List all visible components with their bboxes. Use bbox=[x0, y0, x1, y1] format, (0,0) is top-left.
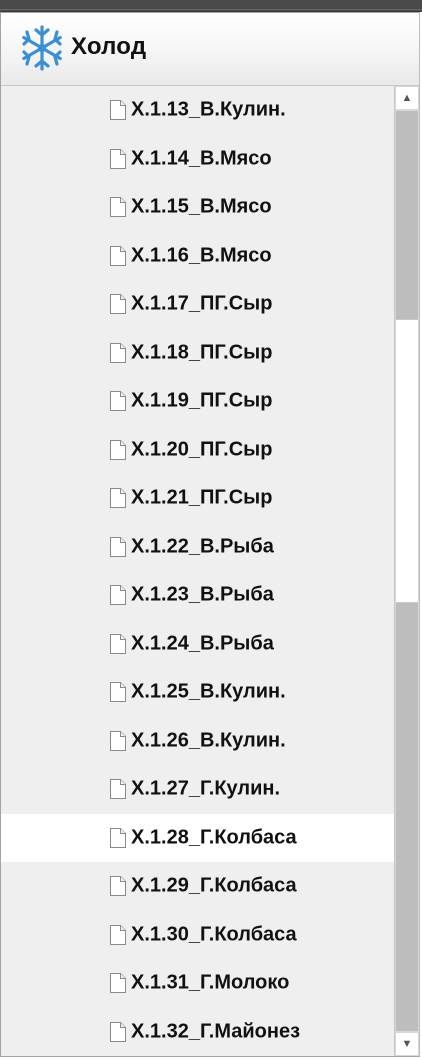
list-item-label: Х.1.29_Г.Колбаса bbox=[131, 874, 297, 897]
arrow-down-icon: ▼ bbox=[401, 1037, 413, 1050]
document-icon bbox=[110, 924, 126, 945]
list-item[interactable]: Х.1.22_В.Рыба bbox=[1, 523, 394, 572]
list-item[interactable]: Х.1.18_ПГ.Сыр bbox=[1, 329, 394, 378]
document-icon bbox=[110, 973, 126, 994]
document-icon bbox=[110, 827, 126, 848]
scroll-down-button[interactable]: ▼ bbox=[396, 1033, 418, 1055]
list-item-label: Х.1.30_Г.Колбаса bbox=[131, 923, 297, 946]
vertical-scrollbar[interactable]: ▲ ▼ bbox=[394, 86, 419, 1056]
window-top-edge bbox=[0, 0, 422, 12]
document-icon bbox=[110, 585, 126, 606]
list-item[interactable]: Х.1.25_В.Кулин. bbox=[1, 668, 394, 717]
list-item-label: Х.1.20_ПГ.Сыр bbox=[131, 438, 273, 461]
scroll-track-lower[interactable] bbox=[396, 603, 418, 1031]
list-item[interactable]: Х.1.30_Г.Колбаса bbox=[1, 911, 394, 960]
document-icon bbox=[110, 1021, 126, 1042]
list-item-label: Х.1.22_В.Рыба bbox=[131, 535, 274, 558]
list-item-label: Х.1.15_В.Мясо bbox=[131, 195, 272, 218]
document-icon bbox=[110, 342, 126, 363]
list-item[interactable]: Х.1.21_ПГ.Сыр bbox=[1, 474, 394, 523]
list-item[interactable]: Х.1.27_Г.Кулин. bbox=[1, 765, 394, 814]
list-item[interactable]: Х.1.17_ПГ.Сыр bbox=[1, 280, 394, 329]
list-item[interactable]: Х.1.24_В.Рыба bbox=[1, 620, 394, 669]
scroll-thumb[interactable] bbox=[396, 319, 418, 603]
list-item-label: Х.1.32_Г.Майонез bbox=[131, 1020, 301, 1043]
list-item[interactable]: Х.1.16_В.Мясо bbox=[1, 232, 394, 281]
document-icon bbox=[110, 197, 126, 218]
scroll-track-upper[interactable] bbox=[396, 111, 418, 319]
list-item-label: Х.1.13_В.Кулин. bbox=[131, 98, 286, 121]
list-item-label: Х.1.25_В.Кулин. bbox=[131, 680, 286, 703]
list-item[interactable]: Х.1.29_Г.Колбаса bbox=[1, 862, 394, 911]
document-icon bbox=[110, 148, 126, 169]
list-item[interactable]: Х.1.31_Г.Молоко bbox=[1, 959, 394, 1008]
arrow-up-icon: ▲ bbox=[401, 91, 413, 104]
list-item[interactable]: Х.1.20_ПГ.Сыр bbox=[1, 426, 394, 475]
document-icon bbox=[110, 876, 126, 897]
document-icon bbox=[110, 536, 126, 557]
document-icon bbox=[110, 391, 126, 412]
scroll-up-button[interactable]: ▲ bbox=[396, 87, 418, 109]
list-item-label: Х.1.23_В.Рыба bbox=[131, 583, 274, 606]
list-item[interactable]: Х.1.14_В.Мясо bbox=[1, 135, 394, 184]
list-item[interactable]: Х.1.13_В.Кулин. bbox=[1, 86, 394, 135]
document-icon bbox=[110, 245, 126, 266]
snowflake-icon bbox=[22, 25, 62, 71]
group-title: Холод bbox=[71, 33, 147, 60]
document-icon bbox=[110, 294, 126, 315]
group-header[interactable]: Холод bbox=[1, 13, 419, 86]
document-icon bbox=[110, 100, 126, 121]
document-icon bbox=[110, 633, 126, 654]
list-item-label: Х.1.18_ПГ.Сыр bbox=[131, 341, 273, 364]
list-item[interactable]: Х.1.28_Г.Колбаса bbox=[1, 813, 394, 862]
list-item-label: Х.1.17_ПГ.Сыр bbox=[131, 292, 273, 315]
list-item-label: Х.1.21_ПГ.Сыр bbox=[131, 486, 273, 509]
list-item-label: Х.1.24_В.Рыба bbox=[131, 632, 274, 655]
list-item-label: Х.1.14_В.Мясо bbox=[131, 147, 272, 170]
list-item[interactable]: Х.1.32_Г.Майонез bbox=[1, 1008, 394, 1057]
document-icon bbox=[110, 682, 126, 703]
list-item-label: Х.1.28_Г.Колбаса bbox=[131, 826, 297, 849]
document-icon bbox=[110, 439, 126, 460]
list-item-label: Х.1.26_В.Кулин. bbox=[131, 729, 286, 752]
document-icon bbox=[110, 779, 126, 800]
document-icon bbox=[110, 730, 126, 751]
list-item-label: Х.1.27_Г.Кулин. bbox=[131, 777, 281, 800]
list-item[interactable]: Х.1.15_В.Мясо bbox=[1, 183, 394, 232]
list-item[interactable]: Х.1.23_В.Рыба bbox=[1, 571, 394, 620]
list-item[interactable]: Х.1.19_ПГ.Сыр bbox=[1, 377, 394, 426]
tree-panel: Холод Х.1.13_В.Кулин. Х.1.14_В.Мясо Х.1.15… bbox=[0, 12, 420, 1057]
list-item-label: Х.1.31_Г.Молоко bbox=[131, 971, 290, 994]
list-item-label: Х.1.19_ПГ.Сыр bbox=[131, 389, 273, 412]
list-item-label: Х.1.16_В.Мясо bbox=[131, 244, 272, 267]
document-icon bbox=[110, 488, 126, 509]
item-list: Х.1.13_В.Кулин. Х.1.14_В.Мясо Х.1.15_В.Мяс… bbox=[1, 86, 394, 1056]
list-item[interactable]: Х.1.26_В.Кулин. bbox=[1, 717, 394, 766]
